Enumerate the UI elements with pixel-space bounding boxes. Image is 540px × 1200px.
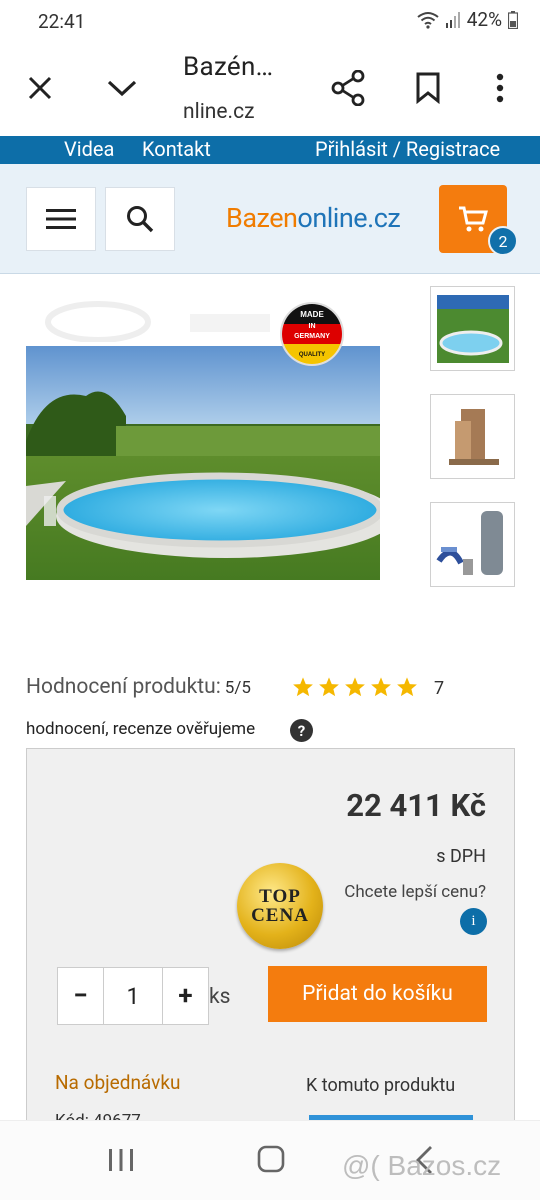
more-menu-icon[interactable] xyxy=(478,66,522,110)
search-icon xyxy=(127,206,154,233)
bazos-watermark: @( Bazos.cz xyxy=(342,1150,502,1181)
logo-part1: Bazen xyxy=(226,202,298,234)
page-url[interactable]: nline.cz xyxy=(183,100,255,124)
star-icon xyxy=(397,677,417,697)
hamburger-icon xyxy=(46,209,76,229)
related-products-heading: K tomuto produktu xyxy=(306,1075,456,1096)
quantity-input[interactable]: 1 xyxy=(103,968,163,1024)
share-icon[interactable] xyxy=(326,66,370,110)
search-button[interactable] xyxy=(105,187,175,251)
price-box: 22 411 Kč s DPH TOP CENA Chcete lepší ce… xyxy=(26,748,515,1131)
menu-button[interactable] xyxy=(26,187,96,251)
made-in-germany-badge: MADE IN GERMANY QUALITY xyxy=(280,302,344,366)
star-icon xyxy=(345,677,365,697)
review-note: hodnocení, recenze ověřujeme xyxy=(26,719,256,739)
help-icon[interactable]: ? xyxy=(290,719,313,742)
clock: 22:41 xyxy=(38,10,86,33)
thumbnail-1[interactable] xyxy=(430,286,515,371)
site-logo[interactable]: Bazenonline.cz xyxy=(226,202,401,234)
thumbnail-2[interactable] xyxy=(430,394,515,479)
battery-icon xyxy=(508,10,518,29)
star-icon xyxy=(293,677,313,697)
bookmark-icon[interactable] xyxy=(406,66,450,110)
top-price-line2: CENA xyxy=(251,905,309,926)
browser-toolbar: Bazén… nline.cz xyxy=(0,40,540,136)
top-price-line1: TOP xyxy=(259,886,301,907)
star-icon xyxy=(371,677,391,697)
product-price: 22 411 Kč xyxy=(346,787,486,824)
chevron-down-icon[interactable] xyxy=(100,66,144,110)
product-main-image[interactable] xyxy=(26,346,380,580)
nav-link-videa[interactable]: Videa xyxy=(64,137,114,161)
vat-label: s DPH xyxy=(436,846,486,867)
wifi-icon xyxy=(417,11,439,29)
rating-label: Hodnocení produktu: xyxy=(26,675,221,699)
quantity-stepper: − 1 + xyxy=(57,967,209,1025)
thumbnail-3[interactable] xyxy=(430,502,515,587)
page-title[interactable]: Bazén… xyxy=(183,52,273,82)
product-rating: Hodnocení produktu: 5/5 xyxy=(26,675,251,699)
badge-line1: MADE xyxy=(300,310,324,319)
badge-line3: GERMANY xyxy=(294,333,330,340)
cart-icon xyxy=(459,206,488,232)
cart-count-badge: 2 xyxy=(488,226,518,256)
info-icon[interactable]: i xyxy=(460,908,487,935)
battery-percent: 42% xyxy=(466,8,502,31)
nav-link-kontakt[interactable]: Kontakt xyxy=(142,137,211,161)
better-price-link[interactable]: Chcete lepší cenu? xyxy=(344,882,486,902)
rating-count[interactable]: 7 xyxy=(434,678,444,699)
recent-apps-icon[interactable] xyxy=(107,1147,135,1173)
decrease-quantity-button[interactable]: − xyxy=(58,968,103,1024)
top-nav: Videa Kontakt Přihlásit / Registrace xyxy=(0,136,540,164)
site-header: Bazenonline.cz xyxy=(0,164,540,274)
home-icon[interactable] xyxy=(257,1145,285,1173)
add-to-cart-button[interactable]: Přidat do košíku xyxy=(268,966,487,1022)
top-price-badge: TOP CENA xyxy=(237,863,323,949)
status-icons: 42% xyxy=(417,8,518,31)
status-bar: 22:41 42% xyxy=(0,0,540,40)
close-icon[interactable] xyxy=(18,66,62,110)
signal-icon xyxy=(445,11,460,28)
star-icon xyxy=(319,677,339,697)
logo-part2: online.cz xyxy=(297,202,401,234)
badge-line2: IN xyxy=(309,323,316,330)
quantity-unit: ks xyxy=(209,985,231,1009)
increase-quantity-button[interactable]: + xyxy=(163,968,208,1024)
rating-stars xyxy=(292,676,418,698)
watermark-graphic xyxy=(45,301,270,342)
rating-score: 5/5 xyxy=(224,678,251,698)
login-link[interactable]: Přihlásit / Registrace xyxy=(315,137,500,161)
availability-status: Na objednávku xyxy=(55,1071,181,1094)
badge-line4: QUALITY xyxy=(299,352,325,358)
